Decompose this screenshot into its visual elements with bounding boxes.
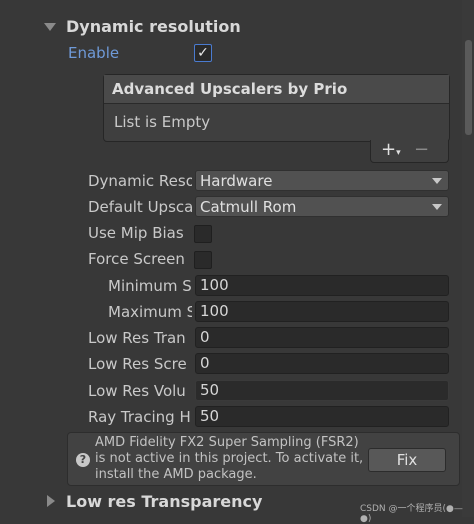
question-icon: ? xyxy=(76,453,90,467)
collapse-arrow-icon[interactable] xyxy=(44,23,56,31)
remove-icon: − xyxy=(414,139,430,160)
list-empty-text: List is Empty xyxy=(114,113,211,131)
ray-tracing-half-res-field[interactable]: 50 xyxy=(195,406,449,427)
upscalers-list-title: Advanced Upscalers by Prio xyxy=(112,80,348,98)
add-icon: + xyxy=(381,139,397,160)
low-res-transparency-min-field[interactable]: 0 xyxy=(195,327,449,348)
low-res-screen-label: Low Res Scre xyxy=(88,355,187,373)
minimum-screen-percentage-field[interactable]: 100 xyxy=(195,275,449,296)
scrollbar-thumb[interactable] xyxy=(465,40,472,135)
dropdown-arrow-icon xyxy=(432,204,442,210)
dynamic-resolution-type-label: Dynamic Reso xyxy=(88,172,192,190)
enable-label: Enable xyxy=(68,44,120,62)
fix-button[interactable]: Fix xyxy=(368,448,446,472)
low-res-volumetrics-label: Low Res Volu xyxy=(88,382,186,400)
help-line-2: is not active in this project. To activa… xyxy=(95,451,364,466)
remove-button[interactable]: − xyxy=(414,139,429,160)
low-res-transparency-min-label: Low Res Tran xyxy=(88,329,186,347)
low-res-volumetrics-field[interactable]: 50 xyxy=(195,380,449,401)
upscalers-list-header: Advanced Upscalers by Prio xyxy=(104,75,449,104)
maximum-screen-percentage-field[interactable]: 100 xyxy=(195,301,449,322)
section-title-low-res-transparency[interactable]: Low res Transparency xyxy=(66,492,262,511)
check-icon: ✓ xyxy=(197,45,209,61)
upscalers-list: Advanced Upscalers by Prio List is Empty xyxy=(103,74,450,142)
help-line-3: install the AMD package. xyxy=(95,467,257,482)
section-title-dynamic-resolution[interactable]: Dynamic resolution xyxy=(66,17,241,36)
watermark-text: CSDN @一个程序员(●—●) xyxy=(360,504,463,524)
dropdown-value: Catmull Rom xyxy=(200,198,297,216)
minimum-screen-percentage-label: Minimum S xyxy=(108,277,192,295)
fsr2-help-box: ? AMD Fidelity FX2 Super Sampling (FSR2)… xyxy=(67,432,460,486)
enable-checkbox[interactable]: ✓ xyxy=(194,44,212,62)
default-upscale-filter-label: Default Upsca xyxy=(88,198,192,216)
default-upscale-filter-dropdown[interactable]: Catmull Rom xyxy=(195,196,449,217)
expand-arrow-icon[interactable] xyxy=(47,495,55,507)
dropdown-value: Hardware xyxy=(200,172,273,190)
upscalers-list-footer: +▾ − xyxy=(370,139,449,163)
use-mip-bias-checkbox[interactable] xyxy=(194,225,212,243)
add-button[interactable]: +▾ xyxy=(381,139,401,160)
use-mip-bias-label: Use Mip Bias xyxy=(88,224,184,242)
add-menu-chevron-icon: ▾ xyxy=(396,148,401,158)
help-line-1: AMD Fidelity FX2 Super Sampling (FSR2) xyxy=(95,435,359,450)
help-text: AMD Fidelity FX2 Super Sampling (FSR2) i… xyxy=(95,435,365,483)
maximum-screen-percentage-label: Maximum S xyxy=(108,303,192,321)
dynamic-resolution-type-dropdown[interactable]: Hardware xyxy=(195,170,449,191)
ray-tracing-half-res-label: Ray Tracing H xyxy=(88,408,191,426)
dropdown-arrow-icon xyxy=(432,178,442,184)
force-screen-percentage-label: Force Screen xyxy=(88,250,185,268)
low-res-screen-field[interactable]: 0 xyxy=(195,353,449,374)
force-screen-percentage-checkbox[interactable] xyxy=(194,251,212,269)
